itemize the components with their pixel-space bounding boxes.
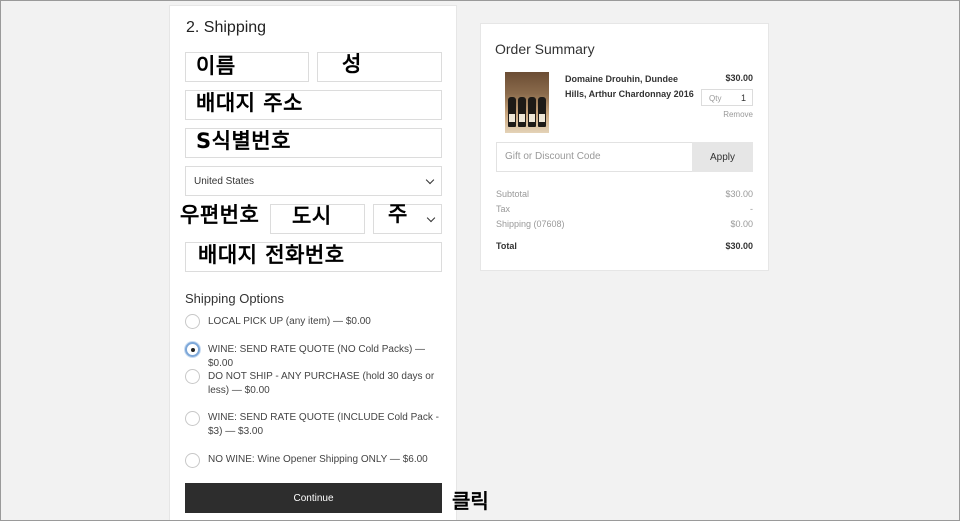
phone-annotation: 배대지 전화번호	[198, 243, 345, 267]
bottle-label	[519, 114, 525, 122]
summary-row-value: $30.00	[725, 241, 753, 251]
state-annotation: 주	[388, 202, 408, 226]
radio-dot	[191, 348, 195, 352]
shipping-option-radio[interactable]	[185, 369, 200, 384]
chevron-down-icon	[425, 175, 435, 185]
first-name-annotation: 이름	[196, 54, 236, 78]
bottle-label	[509, 114, 515, 122]
continue-button[interactable]: Continue	[185, 483, 442, 513]
bottle-shape	[518, 97, 526, 127]
summary-row-label: Tax	[496, 204, 511, 214]
product-price: $30.00	[725, 73, 753, 83]
bottle-shape	[508, 97, 516, 127]
click-annotation: 클릭	[452, 489, 489, 513]
qty-label: Qty	[709, 94, 722, 103]
summary-row-value: $0.00	[730, 219, 753, 229]
country-select[interactable]: United States	[185, 166, 442, 196]
bottle-shape	[538, 97, 546, 127]
step-title: 2. Shipping	[186, 19, 267, 36]
shipping-option-label[interactable]: LOCAL PICK UP (any item) — $0.00	[208, 315, 443, 329]
bottle-label	[529, 114, 535, 122]
bottle-shape	[528, 97, 536, 127]
zip-annotation: 우편번호	[180, 203, 260, 227]
address-annotation: 배대지 주소	[196, 91, 303, 115]
shipping-option-label[interactable]: NO WINE: Wine Opener Shipping ONLY — $6.…	[208, 453, 443, 467]
product-image	[505, 72, 549, 133]
shipping-option-radio[interactable]	[185, 314, 200, 329]
address2-annotation: S식별번호	[196, 129, 291, 153]
summary-row-total: Total $30.00	[496, 241, 753, 251]
quantity-input[interactable]: Qty 1	[701, 89, 753, 106]
apply-button[interactable]: Apply	[692, 142, 753, 172]
shipping-option-radio[interactable]	[185, 453, 200, 468]
summary-row-shipping: Shipping (07608) $0.00	[496, 219, 753, 229]
country-value: United States	[194, 176, 255, 187]
last-name-annotation: 성	[342, 52, 362, 76]
shipping-option-radio[interactable]	[185, 411, 200, 426]
shipping-option-label[interactable]: WINE: SEND RATE QUOTE (NO Cold Packs) — …	[208, 343, 443, 371]
summary-row-label: Shipping (07608)	[496, 219, 565, 229]
shipping-option-label[interactable]: DO NOT SHIP - ANY PURCHASE (hold 30 days…	[208, 370, 443, 398]
summary-row-value: $30.00	[725, 189, 753, 199]
summary-row-tax: Tax -	[496, 204, 753, 214]
product-name: Domaine Drouhin, Dundee Hills, Arthur Ch…	[565, 74, 694, 99]
summary-row-subtotal: Subtotal $30.00	[496, 189, 753, 199]
summary-row-label: Subtotal	[496, 189, 530, 199]
summary-row-value: -	[750, 204, 753, 214]
city-annotation: 도시	[292, 204, 332, 228]
qty-value: 1	[740, 93, 746, 103]
shipping-option-label[interactable]: WINE: SEND RATE QUOTE (INCLUDE Cold Pack…	[208, 411, 443, 439]
shipping-option-radio-selected[interactable]	[185, 342, 200, 357]
order-summary-title: Order Summary	[495, 41, 595, 57]
shipping-options-title: Shipping Options	[185, 291, 285, 306]
last-name-field[interactable]	[317, 52, 442, 82]
order-summary-panel: Order Summary Domaine Drouhin, Dundee Hi…	[480, 23, 769, 271]
gift-code-input[interactable]: Gift or Discount Code	[496, 142, 693, 172]
chevron-down-icon	[426, 213, 436, 223]
summary-row-label: Total	[496, 241, 517, 251]
bottle-label	[539, 114, 545, 122]
remove-link[interactable]: Remove	[723, 110, 753, 119]
